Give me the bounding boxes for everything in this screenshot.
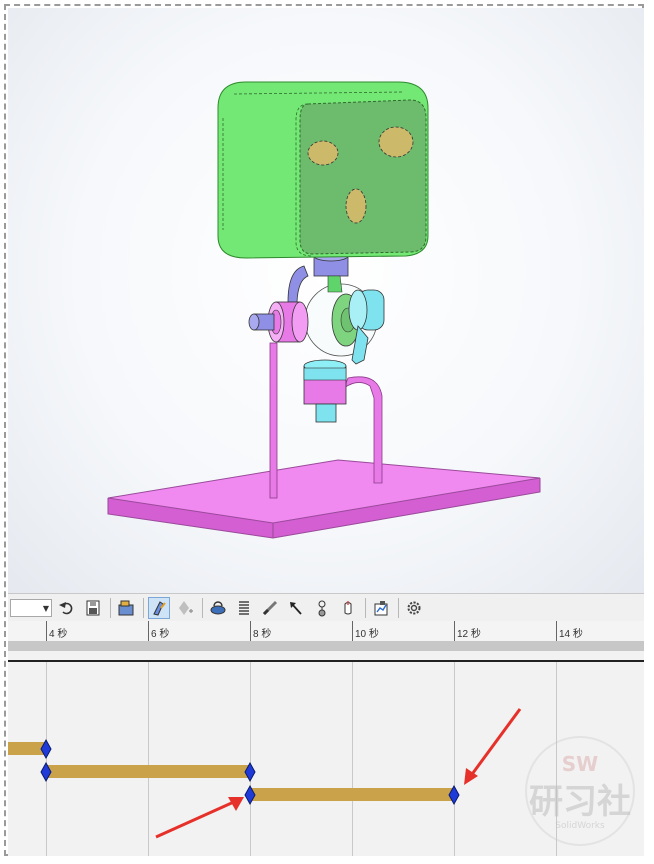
tick-mark [250,621,251,641]
tick-mark [454,621,455,641]
tick-label: 12 秒 [457,629,481,640]
study-type-dropdown[interactable]: ▼ [10,599,52,617]
autokey-icon[interactable] [148,597,170,619]
watermark-cn: 研习社 [529,782,631,822]
force-icon[interactable] [285,597,307,619]
tick-label: 10 秒 [355,629,379,640]
red-arrow-left [155,797,244,839]
toolbar-separator [110,598,111,618]
motion-manager-toolbar: ▼ [8,593,644,623]
tick-mark [148,621,149,641]
robot-model [107,81,541,539]
time-ruler[interactable]: 4 秒 6 秒 8 秒 10 秒 12 秒 14 秒 [8,621,644,651]
graphics-viewport[interactable] [8,8,644,593]
loop-mode-icon[interactable] [56,597,78,619]
toolbar-separator [398,598,399,618]
base-plate [107,459,541,539]
damper-icon[interactable] [259,597,281,619]
tick-label: 8 秒 [253,629,272,640]
red-arrow-right [464,708,522,785]
tick-mark [352,621,353,641]
tick-label: 4 秒 [49,629,68,640]
save-animation-icon[interactable] [82,597,104,619]
chevron-down-icon: ▼ [42,604,49,613]
spring-icon[interactable] [233,597,255,619]
keyframe-diamond[interactable] [244,784,256,806]
toolbar-separator [143,598,144,618]
tick-mark [556,621,557,641]
camera-icon[interactable] [115,597,137,619]
keyframe-diamond[interactable] [244,761,256,783]
toolbar-separator [202,598,203,618]
tick-label: 14 秒 [559,629,583,640]
settings-icon[interactable] [403,597,425,619]
add-key-icon[interactable] [174,597,196,619]
watermark-logo: SW 研习社 SolidWorks [525,736,635,846]
watermark-sw: SW [561,752,599,776]
tick-label: 6 秒 [151,629,170,640]
gravity-icon[interactable] [337,597,359,619]
tick-mark [46,621,47,641]
contact-icon[interactable] [311,597,333,619]
keyframe-diamond[interactable] [448,784,460,806]
ruler-band [8,641,644,651]
robot-head [217,81,429,259]
keyframe-diamond[interactable] [40,761,52,783]
motor-icon[interactable] [207,597,229,619]
lower-cylinder [303,359,347,423]
results-icon[interactable] [370,597,392,619]
left-actuator [248,301,309,343]
keyframe-diamond[interactable] [40,738,52,760]
toolbar-separator [365,598,366,618]
